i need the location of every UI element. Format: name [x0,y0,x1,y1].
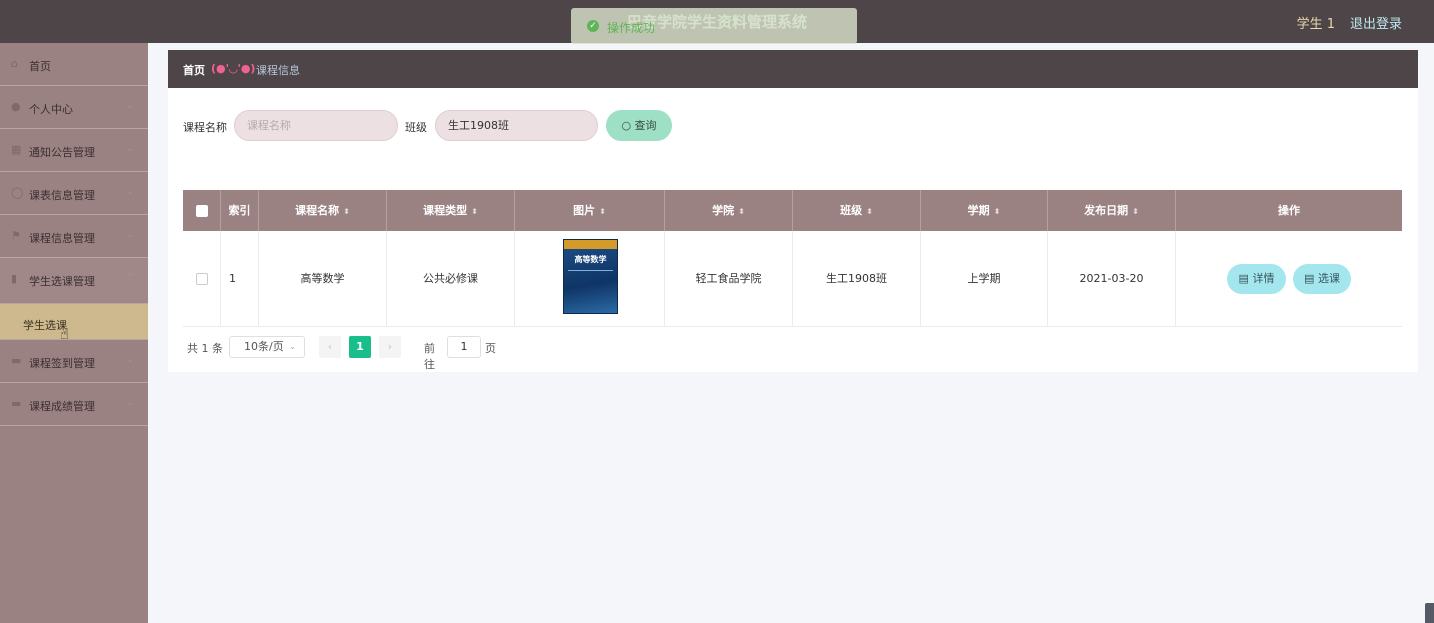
query-button-label: 查询 [634,119,657,132]
main-panel: 课程名称 课程名称 班级 生工1908班 ○ 查询 索引 课程名称 ⬍ 课程类型 ⬍… [168,88,1418,372]
col-term[interactable]: 学期 ⬍ [921,190,1048,231]
cell-term: 上学期 [921,231,1048,327]
sidebar-item-label: 首页 [29,60,51,73]
calendar-icon: ▦ [11,143,22,156]
total-count: 共 1 条 [187,342,223,355]
sort-icon: ⬍ [738,207,745,216]
document-icon: ▤ [1304,272,1315,285]
goto-label: 前往 [424,342,435,371]
breadcrumb-separator: (●'◡'●) [211,62,256,75]
cell-course-type: 公共必修课 [387,231,515,327]
page-1-button[interactable]: 1 [349,336,371,358]
row-checkbox[interactable] [195,273,208,285]
sidebar-item-label: 课程成绩管理 [29,400,95,413]
col-index: 索引 [221,190,259,231]
sidebar-subitem-student-selection[interactable]: 学生选课 [0,304,148,340]
cell-index: 1 [221,231,259,327]
col-publish-date[interactable]: 发布日期 ⬍ [1048,190,1176,231]
col-college[interactable]: 学院 ⬍ [665,190,793,231]
cover-title: 高等数学 [574,255,607,264]
class-label: 班级 [405,121,427,134]
sidebar-item-label: 个人中心 [29,103,73,116]
toast-message: 操作成功 [607,21,656,35]
success-toast: ✓ 操作成功 [571,8,857,44]
col-image[interactable]: 图片 ⬍ [515,190,665,231]
chevron-down-icon: ⌄ [126,355,134,365]
sidebar-item-notices[interactable]: ▦ 通知公告管理 ⌄ [0,129,148,172]
breadcrumb-current: 课程信息 [256,64,300,77]
message-icon: ▬ [11,354,22,367]
class-input[interactable]: 生工1908班 [435,110,598,141]
chat-icon: ▬ [11,397,22,410]
select-course-button[interactable]: ▤ 选课 [1293,264,1351,294]
sort-icon: ⬍ [1132,207,1139,216]
sidebar-item-timetable[interactable]: ◯ 课表信息管理 ⌄ [0,172,148,215]
prev-page-button[interactable]: ‹ [319,336,341,358]
select-all-cell [183,190,221,231]
scroll-handle[interactable] [1425,603,1434,623]
chevron-down-icon: ⌄ [126,101,134,111]
query-button[interactable]: ○ 查询 [606,110,672,141]
chevron-down-icon: ⌄ [126,398,134,408]
cell-image: 高等数学 [515,231,665,327]
flag-icon: ⚑ [11,229,21,242]
cell-publish-date: 2021-03-20 [1048,231,1176,327]
col-course-name[interactable]: 课程名称 ⬍ [259,190,387,231]
breadcrumb: 首页 (●'◡'●) 课程信息 [168,50,1418,88]
user-icon: ● [11,100,21,113]
check-circle-icon: ✓ [587,20,599,32]
cell-actions: ▤ 详情 ▤ 选课 [1176,231,1402,327]
sidebar-item-label: 课程签到管理 [29,357,95,370]
sort-icon: ⬍ [993,207,1001,216]
sort-icon: ⬍ [866,207,873,216]
search-icon: ○ [621,119,632,132]
sidebar-item-attendance[interactable]: ▬ 课程签到管理 ⌄ [0,340,148,383]
current-user: 学生 1 [1296,17,1335,32]
logout-link[interactable]: 退出登录 [1350,13,1402,32]
detail-button[interactable]: ▤ 详情 [1227,264,1286,294]
col-course-type[interactable]: 课程类型 ⬍ [387,190,515,231]
table-header: 索引 课程名称 ⬍ 课程类型 ⬍ 图片 ⬍ 学院 ⬍ 班级 ⬍ 学期 ⬍ 发布日期 ⬍ 操作 [183,190,1402,231]
sidebar-item-label: 学生选课管理 [29,275,95,288]
chevron-down-icon: ⌄ [126,187,134,197]
page-unit-label: 页 [485,342,496,355]
bar-chart-icon: ▮ [11,272,18,285]
sort-icon: ⬍ [471,207,478,216]
sidebar-item-courses[interactable]: ⚑ 课程信息管理 ⌄ [0,215,148,258]
chevron-down-icon: ⌄ [126,230,134,240]
next-page-button[interactable]: › [379,336,401,358]
sidebar-item-profile[interactable]: ● 个人中心 ⌄ [0,86,148,129]
select-all-checkbox[interactable] [195,205,208,217]
table-row: 1 高等数学 公共必修课 高等数学 轻工食品学院 生工1908班 上学期 202… [183,231,1402,327]
cell-college: 轻工食品学院 [665,231,793,327]
home-icon: ⌂ [11,57,18,70]
pointer-cursor-icon: ☝ [60,325,70,343]
col-actions: 操作 [1278,204,1300,217]
chevron-up-icon: ⌃ [126,273,134,283]
chevron-down-icon: ⌄ [289,342,296,351]
course-table: 索引 课程名称 ⬍ 课程类型 ⬍ 图片 ⬍ 学院 ⬍ 班级 ⬍ 学期 ⬍ 发布日期 ⬍ 操作 … [183,190,1402,327]
goto-page-input[interactable]: 1 [447,336,481,358]
document-icon: ▤ [1238,272,1249,285]
course-cover-image[interactable]: 高等数学 [563,239,618,314]
course-name-label: 课程名称 [183,121,227,134]
cell-class: 生工1908班 [793,231,921,327]
sidebar-item-label: 通知公告管理 [29,146,95,159]
sidebar-item-home[interactable]: ⌂ 首页 [0,43,148,86]
sidebar-item-grades[interactable]: ▬ 课程成绩管理 ⌄ [0,383,148,426]
page-size-select[interactable]: 10条/页 ⌄ [229,336,305,358]
row-checkbox-cell [183,231,221,327]
course-name-input[interactable]: 课程名称 [234,110,398,141]
sidebar-item-label: 课程信息管理 [29,232,95,245]
sidebar: ⌂ 首页 ● 个人中心 ⌄ ▦ 通知公告管理 ⌄ ◯ 课表信息管理 ⌄ ⚑ 课程… [0,43,148,623]
sidebar-item-label: 课表信息管理 [29,189,95,202]
col-class[interactable]: 班级 ⬍ [793,190,921,231]
sort-icon: ⬍ [599,207,606,216]
chevron-down-icon: ⌄ [126,144,134,154]
clock-icon: ◯ [11,186,24,199]
sidebar-item-course-selection[interactable]: ▮ 学生选课管理 ⌃ [0,258,148,304]
cell-course-name: 高等数学 [259,231,387,327]
breadcrumb-home[interactable]: 首页 [183,62,205,78]
sort-icon: ⬍ [343,207,350,216]
